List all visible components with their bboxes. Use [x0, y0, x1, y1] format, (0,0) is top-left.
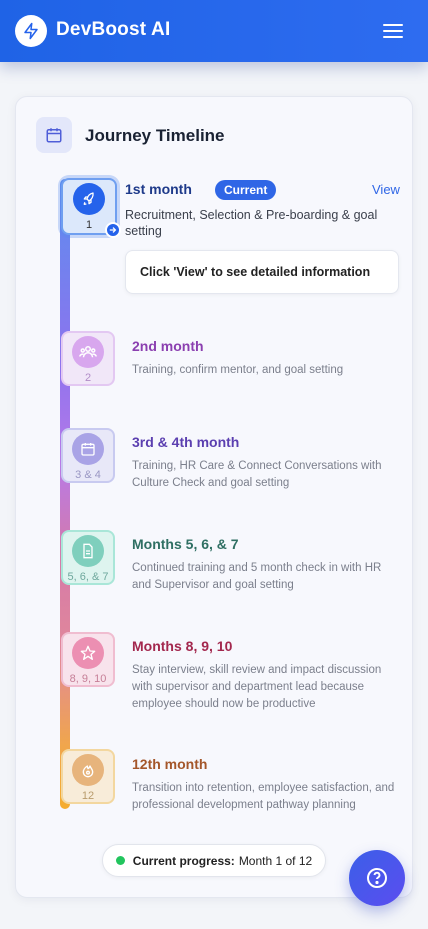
step-4-description: Continued training and 5 month check in … [132, 562, 382, 591]
step-number: 2 [84, 372, 92, 384]
rocket-icon [73, 183, 105, 215]
app-header: DevBoost AI [0, 0, 428, 62]
calendar-icon [36, 117, 72, 153]
help-button[interactable] [349, 850, 405, 906]
step-number: 3 & 4 [75, 469, 101, 481]
status-dot [115, 856, 125, 865]
users-icon [72, 336, 104, 368]
progress-value: Month 1 of 12 [238, 853, 313, 868]
flame-icon [72, 754, 104, 786]
timeline-line [60, 179, 70, 809]
step-5-description: Stay interview, skill review and impact … [132, 664, 382, 710]
step-number: 1 [85, 219, 93, 231]
step-number: 12 [81, 790, 95, 802]
step-5-marker[interactable]: 8, 9, 10 [61, 632, 115, 687]
step-1-description: Recruitment, Selection & Pre-boarding & … [125, 208, 378, 238]
step-1-title: 1st month [125, 181, 192, 197]
step-number: 8, 9, 10 [69, 673, 107, 685]
lightning-icon[interactable] [15, 15, 47, 47]
step-2-title: 2nd month [132, 338, 204, 354]
app-title: DevBoost AI [56, 19, 171, 40]
step-4-title: Months 5, 6, & 7 [132, 536, 239, 552]
current-badge: Current [215, 180, 277, 200]
view-link[interactable]: View [372, 182, 400, 197]
calendar-icon [72, 433, 104, 465]
step-4-marker[interactable]: 5, 6, & 7 [61, 530, 115, 585]
star-icon [72, 637, 104, 669]
step-3-description: Training, HR Care & Connect Conversation… [132, 460, 382, 489]
info-box: Click 'View' to see detailed information [125, 250, 399, 294]
step-number: 5, 6, & 7 [67, 571, 109, 583]
arrow-icon [105, 222, 121, 238]
help-icon [367, 868, 387, 888]
card-title: Journey Timeline [85, 126, 225, 145]
step-2-description: Training, confirm mentor, and goal setti… [132, 364, 344, 376]
step-6-description: Transition into retention, employee sati… [132, 782, 395, 811]
hamburger-icon[interactable] [380, 20, 406, 42]
step-6-title: 12th month [132, 756, 208, 772]
progress-label: Current progress: [132, 853, 235, 868]
progress-indicator: Current progress: Month 1 of 12 [102, 844, 326, 877]
step-1-marker[interactable]: 1 [61, 178, 121, 238]
step-6-marker[interactable]: 12 [61, 749, 115, 804]
journey-timeline-card: Journey Timeline 1 1st month Current Vie… [15, 96, 413, 898]
step-5-title: Months 8, 9, 10 [132, 638, 233, 654]
document-icon [72, 535, 104, 567]
step-3-title: 3rd & 4th month [132, 434, 240, 450]
step-3-marker[interactable]: 3 & 4 [61, 428, 115, 483]
step-2-marker[interactable]: 2 [61, 331, 115, 386]
